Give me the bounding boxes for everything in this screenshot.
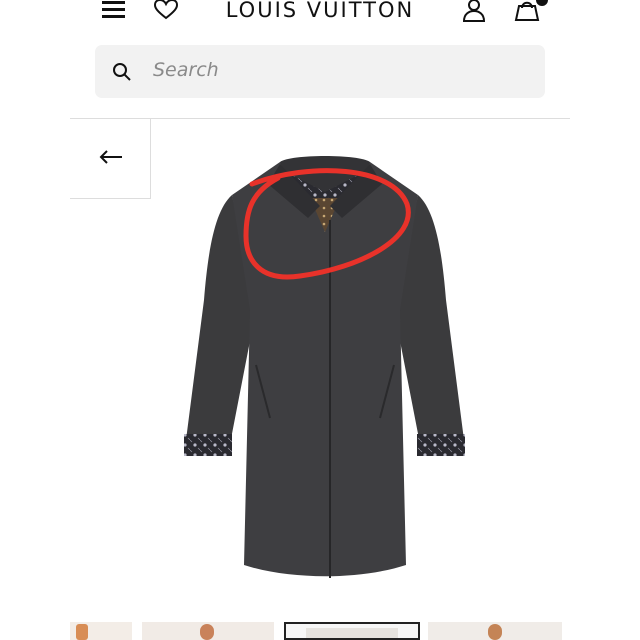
shopping-bag-icon[interactable] xyxy=(512,0,548,22)
search-icon xyxy=(111,61,133,83)
thumbnail-1[interactable] xyxy=(70,622,132,640)
product-image[interactable] xyxy=(160,140,490,600)
search-input[interactable]: Search xyxy=(153,59,219,81)
search-bar[interactable]: Search xyxy=(95,45,545,98)
thumbnail-4[interactable] xyxy=(428,622,562,640)
account-icon[interactable] xyxy=(460,0,488,22)
thumbnail-3[interactable] xyxy=(284,622,420,640)
top-nav-bar: LOUIS VUITTON xyxy=(0,0,640,26)
back-button[interactable] xyxy=(70,119,151,199)
thumbnail-strip xyxy=(0,622,640,640)
back-arrow-icon xyxy=(98,149,124,165)
thumbnail-2[interactable] xyxy=(142,622,274,640)
